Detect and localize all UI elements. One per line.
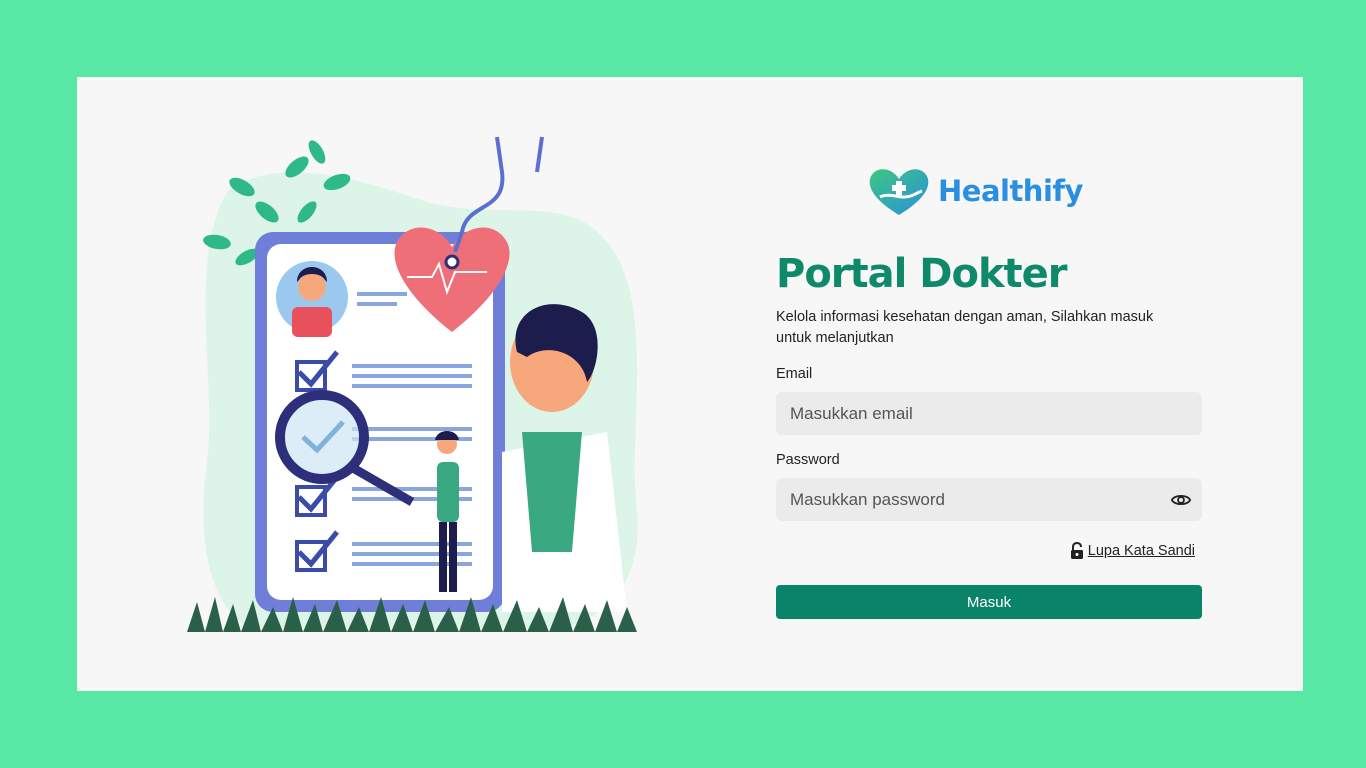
forgot-password-link[interactable]: Lupa Kata Sandi	[1070, 542, 1195, 560]
brand-logo[interactable]: Healthify	[866, 163, 1083, 219]
brand-name: Healthify	[938, 174, 1083, 208]
page-subtitle: Kelola informasi kesehatan dengan aman, …	[776, 309, 1154, 346]
password-field[interactable]	[776, 478, 1202, 521]
email-field[interactable]	[776, 392, 1202, 435]
password-label: Password	[776, 452, 840, 468]
page-title: Portal Dokter	[776, 251, 1068, 297]
doctor-checklist-illustration	[187, 136, 638, 632]
email-field-wrapper	[776, 392, 1202, 435]
unlock-icon	[1070, 542, 1083, 559]
login-panel: Healthify Portal Dokter Kelola informasi…	[776, 77, 1202, 691]
login-button[interactable]: Masuk	[776, 585, 1202, 619]
email-label: Email	[776, 366, 813, 382]
heart-hand-logo-icon	[869, 169, 929, 215]
eye-icon[interactable]	[1170, 489, 1192, 511]
login-card: Healthify Portal Dokter Kelola informasi…	[77, 77, 1303, 691]
password-field-wrapper	[776, 478, 1202, 521]
forgot-password-label: Lupa Kata Sandi	[1087, 543, 1195, 559]
